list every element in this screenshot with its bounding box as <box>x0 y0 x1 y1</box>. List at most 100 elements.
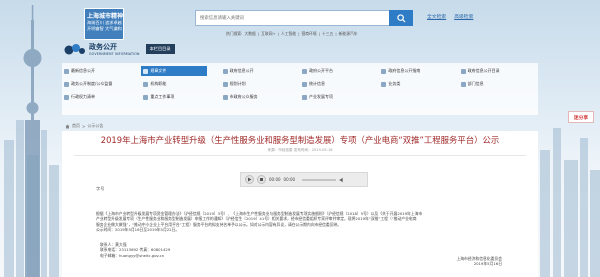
logo-line-2: 海纳百川 追求卓越 <box>87 20 122 25</box>
search-input[interactable] <box>196 11 389 25</box>
current-time: 00:00 <box>269 177 281 182</box>
nav-item-catalog[interactable]: 政府信息公开目录 <box>459 66 538 76</box>
advanced-search-link[interactable]: 高级检索 <box>454 13 473 20</box>
nav-item-public-service[interactable]: 市政府公众服务 <box>221 92 300 102</box>
doc-icon <box>381 68 387 74</box>
nav-label: 业务类 <box>388 81 401 86</box>
doc-icon <box>143 68 149 74</box>
article-panel: 2019年上海市产业转型升级（生产性服务业和服务型制造发展）专项（产业电商“双推… <box>62 131 538 277</box>
breadcrumb-separator: > <box>82 123 86 129</box>
hot-term[interactable]: 营商环境 <box>301 31 316 37</box>
nav-item-departments[interactable]: 部门信息 <box>459 79 538 89</box>
publicity-period: 公示时间：2019年5月16日至2019年5月22日。 <box>96 227 180 233</box>
nav-label: 部门信息 <box>467 81 484 86</box>
audio-player: 00:00 00:00 <box>240 172 368 187</box>
share-button[interactable]: 迷分享 <box>568 111 594 123</box>
nav-item-business[interactable]: 业务类 <box>379 79 458 89</box>
doc-icon <box>222 81 228 87</box>
nav-item-gov-info[interactable]: 政府信息公开 <box>221 66 300 76</box>
fulltext-search-link[interactable]: 全文检索 <box>427 13 446 20</box>
gov-info-header: 政务公开 GOVERNMENT INFORMATION 本栏目目录 <box>64 42 175 56</box>
doc-icon <box>64 81 69 87</box>
nav-label: 政府信息公开 <box>229 68 254 73</box>
gov-nav-grid: 最新信息公开 规章文件 政府信息公开 政府公开平台 政府信息公开指南 政府信息公… <box>62 66 538 102</box>
divider: | <box>257 31 260 36</box>
nav-item-supervision[interactable]: 政务公开制度/公众监督 <box>62 79 141 89</box>
doc-icon <box>460 81 466 87</box>
home-icon <box>65 124 70 128</box>
breadcrumb-home[interactable]: 首页 <box>72 123 80 129</box>
hot-term[interactable]: 大数据 <box>244 31 255 37</box>
nav-item-latest[interactable]: 最新信息公开 <box>62 66 141 76</box>
title-divider <box>74 155 526 156</box>
breadcrumb-current[interactable]: 公示公告 <box>87 123 103 129</box>
search-bar <box>195 10 413 26</box>
doc-icon <box>302 81 307 87</box>
volume-icon[interactable] <box>339 177 345 183</box>
nav-label: 政府公开平台 <box>309 68 333 73</box>
gov-bubble-icon <box>64 44 85 55</box>
hot-term[interactable]: 人工智能 <box>281 31 296 37</box>
nav-item-functions[interactable]: 机构职能 <box>141 79 220 89</box>
nav-label: 机构职能 <box>150 81 167 86</box>
gov-title-en: GOVERNMENT INFORMATION <box>89 52 140 56</box>
nav-item-public-platform[interactable]: 政府公开平台 <box>300 66 379 76</box>
stop-icon <box>260 178 263 181</box>
nav-label: 产业发展专项 <box>309 94 333 99</box>
doc-icon <box>64 94 69 100</box>
nav-label: 政务公开制度/公众监督 <box>71 81 113 86</box>
nav-item-industry[interactable]: 产业发展专项 <box>300 92 379 102</box>
contact-info: 联系人：黄大强 联系电话：23113692 传真：60801429 电子邮箱：h… <box>100 242 170 258</box>
breadcrumb: 首页 > 公示公告 <box>65 123 103 129</box>
city-spirit-logo[interactable]: 上海城市精神 海纳百川 追求卓越 开明睿智 大气谦和 <box>84 8 124 40</box>
doc-icon <box>302 94 307 100</box>
nav-item-guide[interactable]: 政府信息公开指南 <box>379 66 458 76</box>
divider: | <box>335 31 337 36</box>
divider: | <box>277 31 279 36</box>
logo-line-1: 上海城市精神 <box>87 13 124 20</box>
logo-line-3: 开明睿智 大气谦和 <box>87 25 122 31</box>
nav-label: 重点工作事项 <box>150 94 175 99</box>
nav-label: 最新信息公开 <box>71 68 95 73</box>
doc-icon <box>143 81 149 87</box>
nav-label: 规章文件 <box>150 68 167 73</box>
nav-label: 行政权力清单 <box>71 94 95 99</box>
search-links: 全文检索 高级检索 <box>427 13 473 20</box>
play-button[interactable] <box>245 175 254 184</box>
hot-term[interactable]: 互联网+ <box>261 31 276 37</box>
contact-email: 电子邮箱：huangyy@sheitc.gov.cn <box>100 252 165 258</box>
nav-item-statistics[interactable]: 统计信息 <box>300 79 379 89</box>
nav-item-key-work[interactable]: 重点工作事项 <box>141 92 220 102</box>
doc-icon <box>222 68 228 74</box>
doc-icon <box>64 68 69 74</box>
issue-date: 2019年5月16日 <box>473 261 502 267</box>
doc-icon <box>143 94 149 100</box>
article-body: 根据《上海市产业转型升级发展专项资金管理办法》（沪经信规〔2019〕3号）、《上… <box>96 211 496 233</box>
search-button[interactable] <box>389 10 413 26</box>
doc-icon <box>222 94 228 100</box>
article-meta: 来源：市经信委 发布时间：2019-05-16 <box>267 148 333 152</box>
progress-slider[interactable] <box>302 178 337 181</box>
hot-term[interactable]: 十三五 <box>322 31 333 37</box>
doc-icon <box>460 68 466 74</box>
nav-item-regulations[interactable]: 规章文件 <box>141 66 207 76</box>
hot-term[interactable]: 新能源汽车 <box>339 31 358 37</box>
total-time: 00:00 <box>283 177 296 182</box>
hot-search-terms: 热门搜索: 大数据 | 互联网+ | 人工智能 | 营商环境 | 十三五 | 新… <box>226 31 358 37</box>
article-title: 2019年上海市产业转型升级（生产性服务业和服务型制造发展）专项（产业电商“双推… <box>100 135 500 145</box>
search-icon <box>396 13 406 23</box>
section-directory-button[interactable]: 本栏目目录 <box>145 44 175 54</box>
nav-label: 统计信息 <box>309 81 325 86</box>
nav-label: 政府信息公开目录 <box>467 68 500 73</box>
nav-label: 规划计划 <box>229 81 246 86</box>
doc-icon <box>381 81 387 87</box>
nav-label: 政府信息公开指南 <box>388 68 421 73</box>
nav-item-planning[interactable]: 规划计划 <box>221 79 300 89</box>
signature-block: 上海市经济和信息化委员会 2019年5月16日 <box>456 256 502 267</box>
play-icon <box>248 177 252 182</box>
stop-button[interactable] <box>257 175 266 184</box>
font-size-control[interactable]: 字号 <box>96 186 104 192</box>
nav-label: 市政府公众服务 <box>229 94 258 99</box>
nav-item-power-list[interactable]: 行政权力清单 <box>62 92 141 102</box>
gov-title: 政务公开 <box>89 43 117 51</box>
